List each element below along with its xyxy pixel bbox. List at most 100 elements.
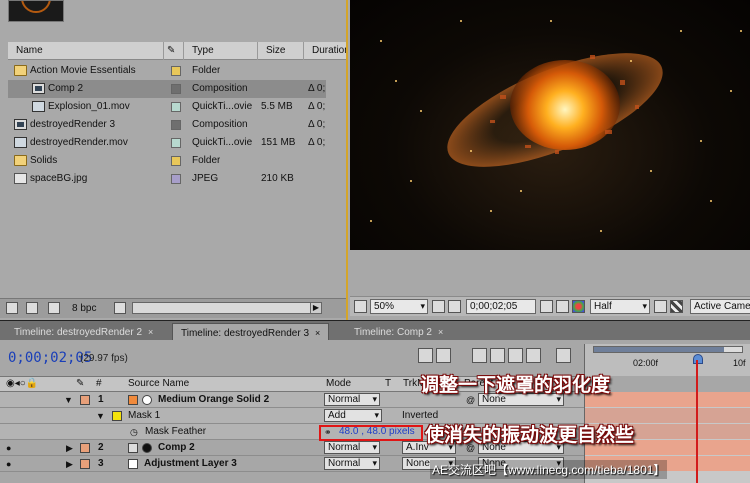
composition-canvas[interactable] xyxy=(350,0,750,250)
layer-label-color[interactable] xyxy=(80,395,90,405)
collapse-triangle-icon[interactable]: ▼ xyxy=(64,392,73,408)
project-item[interactable]: Action Movie Essentials Folder xyxy=(8,62,326,80)
project-item-name: destroyedRender 3 xyxy=(30,119,116,130)
snapshot-icon[interactable] xyxy=(540,300,553,313)
mask-color-swatch[interactable] xyxy=(112,411,122,421)
tutorial-caption: 使消失的振动波更自然些 xyxy=(425,424,635,446)
effect-mask-icon xyxy=(142,443,152,453)
timeline-tab[interactable]: Timeline: destroyedRender 2 × xyxy=(6,323,161,341)
expand-triangle-icon[interactable]: ▶ xyxy=(66,456,73,472)
project-item-label-color[interactable] xyxy=(171,120,181,130)
layer-mode-dropdown[interactable]: Normal xyxy=(324,441,380,454)
column-t[interactable]: T xyxy=(385,377,391,391)
column-source-name[interactable]: Source Name xyxy=(128,377,189,391)
tutorial-caption: 调整一下遮罩的羽化度 xyxy=(420,374,611,396)
project-item[interactable]: destroyedRender.mov QuickTi...ovie 151 MB Δ… xyxy=(8,134,326,152)
timeline-tab-label: Timeline: Comp 2 xyxy=(354,327,432,338)
layer-name[interactable]: Adjustment Layer 3 xyxy=(144,456,237,472)
trash-icon[interactable] xyxy=(114,302,126,314)
ruler-label: 10f xyxy=(733,358,746,368)
project-item-label-color[interactable] xyxy=(171,174,181,184)
label-tag-icon[interactable]: ✎ xyxy=(76,377,84,391)
collapse-triangle-icon[interactable]: ▼ xyxy=(96,408,105,424)
column-name[interactable]: Name xyxy=(8,42,164,60)
layer-label-color[interactable] xyxy=(80,443,90,453)
interpret-footage-icon[interactable] xyxy=(6,302,18,314)
star-particle xyxy=(630,60,632,62)
project-item-type: Composition xyxy=(192,119,248,130)
composition-icon xyxy=(128,443,138,453)
mask-visibility-icon[interactable] xyxy=(448,300,461,313)
resolution-dropdown[interactable]: Half xyxy=(590,299,650,314)
draft-3d-icon[interactable] xyxy=(472,348,487,363)
layer-mode-dropdown[interactable]: Normal xyxy=(324,457,380,470)
safe-zones-icon[interactable] xyxy=(432,300,445,313)
column-mode[interactable]: Mode xyxy=(326,377,351,391)
visibility-eye-icon[interactable]: ● xyxy=(6,456,11,472)
frame-blending-icon[interactable] xyxy=(508,348,523,363)
work-area-bar[interactable] xyxy=(593,346,743,353)
av-switches-icon[interactable]: ◉◂○🔒 xyxy=(6,377,38,391)
always-preview-icon[interactable] xyxy=(354,300,367,313)
timeline-tabs: Timeline: destroyedRender 2 × Timeline: de… xyxy=(0,320,750,341)
mask-feather-label: Mask Feather xyxy=(145,426,207,437)
project-item[interactable]: Comp 2 Composition Δ 0; xyxy=(8,80,326,98)
new-folder-icon[interactable] xyxy=(26,302,38,314)
column-duration[interactable]: Duration xyxy=(304,42,350,60)
timeline-tab[interactable]: Timeline: Comp 2 × xyxy=(346,323,451,341)
comp-mini-flowchart-icon[interactable] xyxy=(418,348,433,363)
label-tag-icon[interactable]: ✎ xyxy=(164,42,184,60)
project-item[interactable]: spaceBG.jpg JPEG 210 KB xyxy=(8,170,326,188)
project-item-label-color[interactable] xyxy=(171,84,181,94)
transparency-grid-icon[interactable] xyxy=(670,300,683,313)
star-particle xyxy=(420,110,422,112)
viewer-timecode[interactable]: 0;00;02;05 xyxy=(466,299,536,314)
project-item-label-color[interactable] xyxy=(171,66,181,76)
graph-editor-icon[interactable] xyxy=(556,348,571,363)
project-item-label-color[interactable] xyxy=(171,138,181,148)
project-item[interactable]: destroyedRender 3 Composition Δ 0; xyxy=(8,116,326,134)
region-of-interest-icon[interactable] xyxy=(654,300,667,313)
column-type[interactable]: Type xyxy=(184,42,258,60)
layer-name[interactable]: Comp 2 xyxy=(158,440,195,456)
zoom-dropdown[interactable]: 50% xyxy=(370,299,428,314)
close-tab-icon[interactable]: × xyxy=(148,327,153,337)
stopwatch-icon[interactable]: ◷ xyxy=(130,424,138,440)
mask-mode-dropdown[interactable]: Add xyxy=(324,409,382,422)
motion-blur-icon[interactable] xyxy=(526,348,541,363)
timeline-tab[interactable]: Timeline: destroyedRender 3 × xyxy=(172,323,330,341)
project-item-name: destroyedRender.mov xyxy=(30,137,128,148)
show-snapshot-icon[interactable] xyxy=(556,300,569,313)
visibility-eye-icon[interactable]: ● xyxy=(6,440,11,456)
layer-mode-dropdown[interactable]: Normal xyxy=(324,393,380,406)
close-tab-icon[interactable]: × xyxy=(438,327,443,337)
movie-icon xyxy=(14,137,27,148)
star-particle xyxy=(680,30,682,32)
composition-icon xyxy=(14,119,27,130)
project-item[interactable]: Solids Folder xyxy=(8,152,326,170)
mask-name[interactable]: Mask 1 xyxy=(128,408,160,424)
project-item[interactable]: Explosion_01.mov QuickTi...ovie 5.5 MB Δ 0; xyxy=(8,98,326,116)
project-item-duration: Δ 0; xyxy=(308,137,326,148)
column-size[interactable]: Size xyxy=(258,42,304,60)
new-composition-icon[interactable] xyxy=(48,302,60,314)
hide-shy-layers-icon[interactable] xyxy=(490,348,505,363)
active-camera-dropdown[interactable]: Active Came xyxy=(690,299,750,314)
close-tab-icon[interactable]: × xyxy=(315,328,320,338)
solid-layer-icon xyxy=(128,395,138,405)
scroll-right-arrow-icon[interactable]: ▶ xyxy=(310,302,322,314)
live-update-icon[interactable] xyxy=(436,348,451,363)
layer-name[interactable]: Medium Orange Solid 2 xyxy=(158,392,269,408)
playhead-handle[interactable] xyxy=(693,354,703,364)
layer-number-icon[interactable]: # xyxy=(96,377,102,391)
expand-triangle-icon[interactable]: ▶ xyxy=(66,440,73,456)
star-particle xyxy=(410,180,412,182)
project-item-label-color[interactable] xyxy=(171,102,181,112)
project-item-duration: Δ 0; xyxy=(308,119,326,130)
bit-depth-label[interactable]: 8 bpc xyxy=(72,303,96,314)
project-item-label-color[interactable] xyxy=(171,156,181,166)
channel-icon[interactable] xyxy=(572,300,585,313)
project-horizontal-scrollbar[interactable] xyxy=(132,302,322,314)
layer-label-color[interactable] xyxy=(80,459,90,469)
playhead-line[interactable] xyxy=(696,360,698,483)
